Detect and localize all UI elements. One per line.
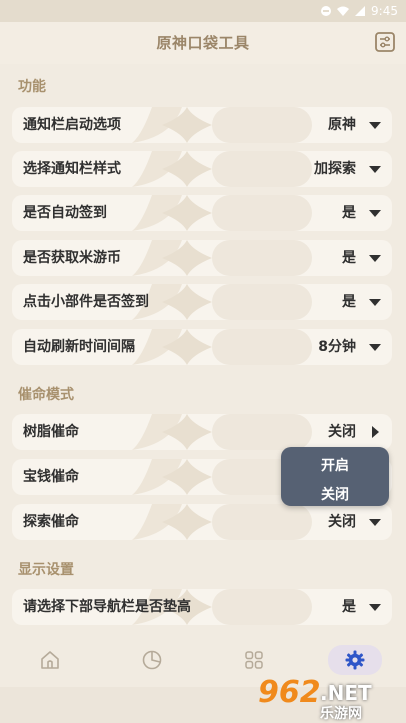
setting-row-refresh-interval[interactable]: 自动刷新时间间隔 8分钟 [12, 329, 392, 365]
watermark-logo: 962 .NET 乐游网 [258, 675, 398, 722]
row-value: 是 [342, 599, 356, 615]
chevron-down-icon [369, 604, 381, 611]
row-label: 点击小部件是否签到 [23, 294, 149, 310]
watermark-number: 962 [258, 675, 321, 710]
chevron-right-icon [372, 426, 379, 438]
setting-row-explore-reminder[interactable]: 探索催命 关闭 [12, 504, 392, 540]
pie-chart-icon [142, 650, 162, 670]
nav-item-tools[interactable] [227, 645, 281, 675]
notification-icon [321, 6, 332, 16]
nav-item-settings[interactable] [328, 645, 382, 675]
home-icon [41, 651, 59, 669]
page-title: 原神口袋工具 [156, 34, 250, 52]
watermark-site: 乐游网 [320, 706, 362, 722]
row-value: 8分钟 [318, 339, 356, 355]
row-label: 探索催命 [23, 514, 79, 530]
section-title-features: 功能 [18, 79, 46, 95]
setting-row-widget-signin[interactable]: 点击小部件是否签到 是 [12, 284, 392, 320]
setting-row-notify-launch[interactable]: 通知栏启动选项 原神 [12, 107, 392, 143]
row-value: 是 [342, 294, 356, 310]
status-time: 9:45 [371, 4, 398, 18]
popup-option-off[interactable]: 关闭 [281, 484, 389, 504]
grid-icon [245, 651, 263, 669]
status-bar: 9:45 [0, 0, 406, 22]
chevron-down-icon [369, 344, 381, 351]
row-label: 宝钱催命 [23, 469, 79, 485]
row-label: 是否自动签到 [23, 205, 107, 221]
chevron-down-icon [369, 299, 381, 306]
app-header: 原神口袋工具 [0, 22, 406, 64]
row-value: 关闭 [328, 424, 356, 440]
row-label: 请选择下部导航栏是否垫高 [23, 599, 191, 615]
setting-row-notify-style[interactable]: 选择通知栏样式 加探索 [12, 151, 392, 187]
setting-row-auto-signin[interactable]: 是否自动签到 是 [12, 195, 392, 231]
row-value: 关闭 [328, 514, 356, 530]
setting-row-get-coins[interactable]: 是否获取米游币 是 [12, 240, 392, 276]
row-label: 通知栏启动选项 [23, 117, 121, 133]
row-value: 是 [342, 250, 356, 266]
chevron-down-icon [369, 210, 381, 217]
setting-row-nav-padding[interactable]: 请选择下部导航栏是否垫高 是 [12, 589, 392, 625]
chevron-down-icon [369, 255, 381, 262]
wifi-icon [337, 6, 350, 16]
row-value: 是 [342, 205, 356, 221]
chevron-down-icon [369, 166, 381, 173]
row-label: 选择通知栏样式 [23, 161, 121, 177]
row-label: 自动刷新时间间隔 [23, 339, 135, 355]
status-icons: 9:45 [320, 3, 398, 19]
section-title-reminder-mode: 催命模式 [18, 387, 74, 403]
chevron-down-icon [369, 519, 381, 526]
battery-icon [355, 6, 366, 16]
row-value: 加探索 [314, 161, 356, 177]
row-label: 树脂催命 [23, 424, 79, 440]
list-toggle-icon[interactable] [374, 31, 396, 53]
dropdown-popup: 开启 关闭 [281, 447, 389, 506]
chevron-down-icon [369, 122, 381, 129]
row-value: 原神 [328, 117, 356, 133]
nav-item-stats[interactable] [125, 645, 179, 675]
watermark-suffix: .NET [320, 681, 372, 705]
setting-row-resin-reminder[interactable]: 树脂催命 关闭 [12, 414, 392, 450]
gear-icon [345, 650, 365, 670]
row-label: 是否获取米游币 [23, 250, 121, 266]
section-title-display: 显示设置 [18, 562, 74, 578]
nav-item-home[interactable] [23, 645, 77, 675]
popup-option-on[interactable]: 开启 [281, 455, 389, 475]
